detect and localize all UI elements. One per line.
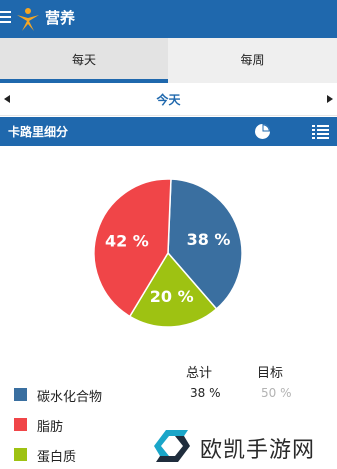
period-tabs: 每天 每周 xyxy=(0,38,337,83)
row-label: 碳水化合物 xyxy=(37,390,103,405)
tab-daily[interactable]: 每天 xyxy=(0,38,168,83)
calorie-pie-chart: 38 % 20 % 42 % xyxy=(0,146,337,356)
row-goal: 50 % xyxy=(261,386,292,400)
row-total: 38 % xyxy=(190,386,221,400)
app-title: 营养 xyxy=(45,9,76,27)
section-header: 卡路里细分 xyxy=(0,117,337,146)
pie-chart-svg: 38 % 20 % 42 % xyxy=(93,178,243,328)
watermark-text: 欧凯手游网 xyxy=(200,438,316,463)
row-label: 脂肪 xyxy=(37,420,64,435)
tab-weekly[interactable]: 每周 xyxy=(168,38,337,83)
menu-icon[interactable] xyxy=(0,11,11,25)
pie-slice-label-0: 38 % xyxy=(187,230,231,249)
chevron-right-icon[interactable] xyxy=(327,95,333,103)
column-header-total: 总计 xyxy=(186,366,213,381)
carbs-legend-swatch xyxy=(14,388,27,401)
breakdown-row-carbs: 碳水化合物 38 % 50 % xyxy=(0,381,337,409)
section-title: 卡路里细分 xyxy=(8,125,69,139)
app-logo-icon xyxy=(17,8,39,31)
protein-legend-swatch xyxy=(14,448,27,461)
watermark: 欧凯手游网 xyxy=(150,424,337,469)
list-view-icon[interactable] xyxy=(312,124,329,139)
watermark-logo-icon xyxy=(154,430,190,462)
pie-slice-label-1: 20 % xyxy=(150,287,194,306)
row-label: 蛋白质 xyxy=(37,450,77,465)
current-day-label: 今天 xyxy=(156,93,181,107)
app-header: 营养 xyxy=(0,0,337,38)
day-navigator: 今天 xyxy=(0,83,337,116)
pie-slice-label-2: 42 % xyxy=(105,232,149,251)
fat-legend-swatch xyxy=(14,418,27,431)
column-header-goal: 目标 xyxy=(257,366,284,381)
pie-chart-icon[interactable] xyxy=(254,123,271,140)
